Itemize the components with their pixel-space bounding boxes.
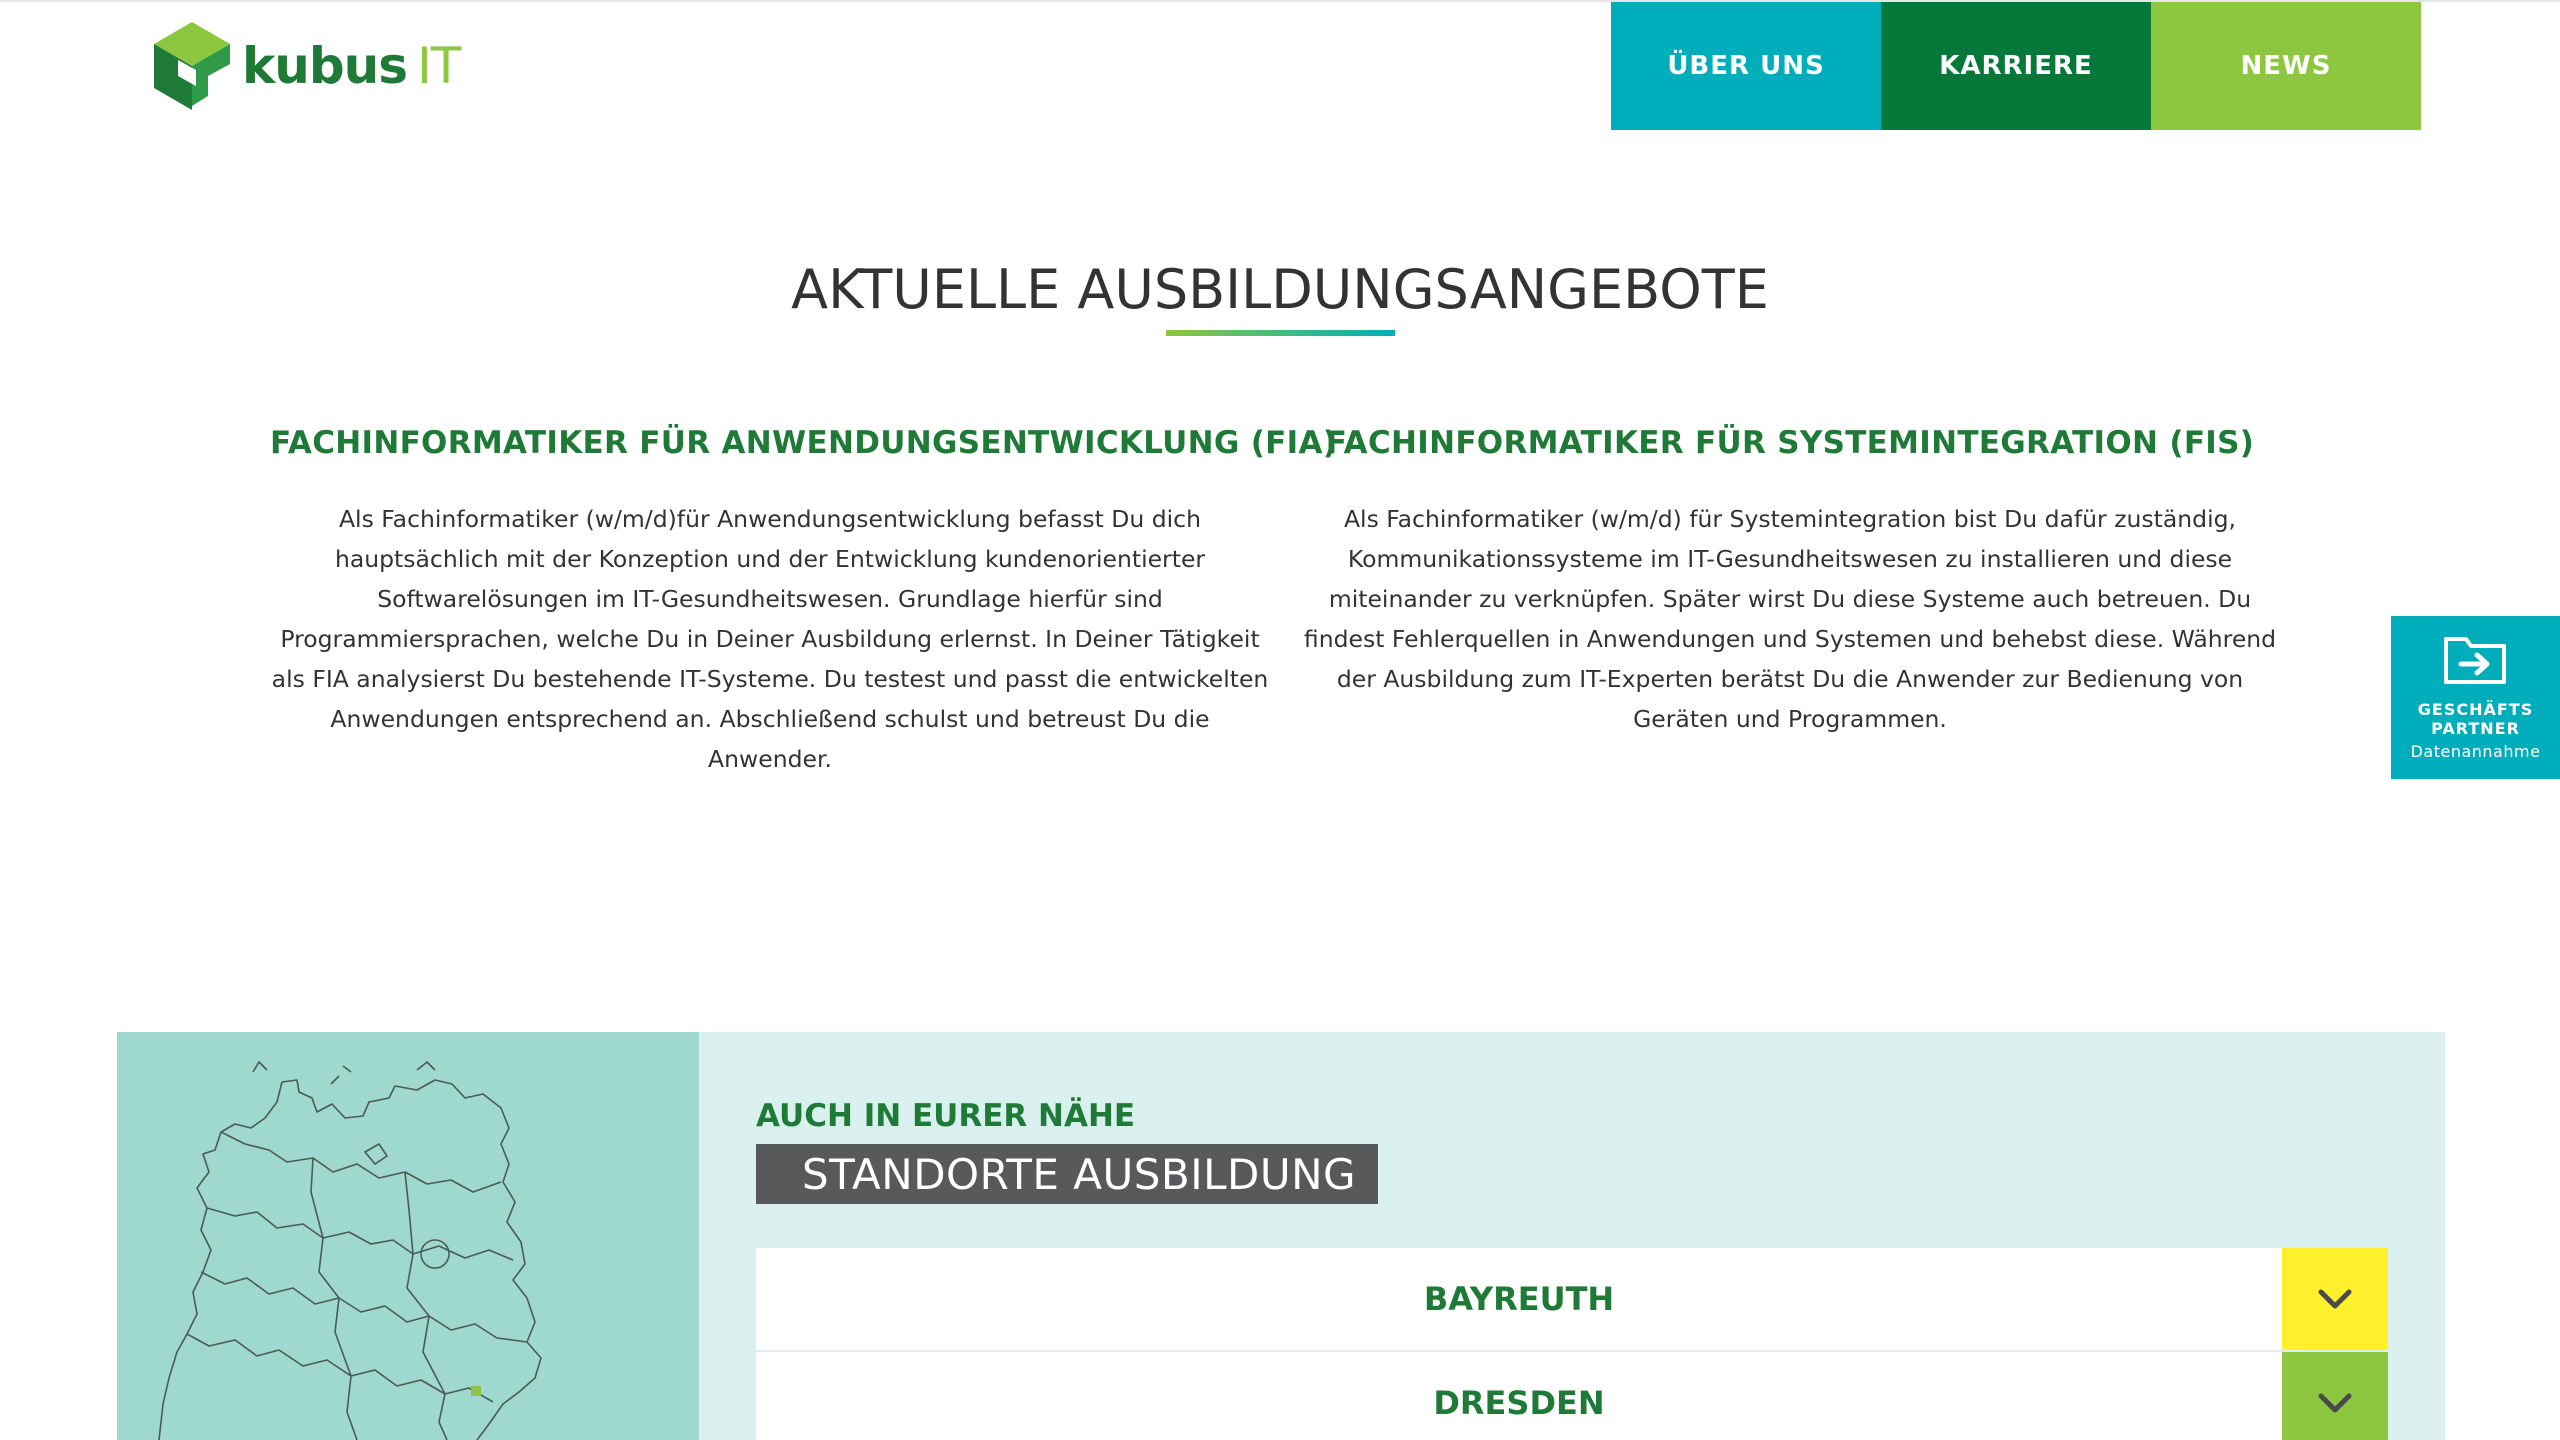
germany-map — [117, 1032, 699, 1440]
business-partner-tab[interactable]: GESCHÄFTS PARTNER Datenannahme — [2391, 616, 2560, 779]
section-title: AKTUELLE AUSBILDUNGSANGEBOTE — [791, 258, 1769, 321]
accordion-toggle[interactable] — [2282, 1352, 2388, 1440]
chevron-down-icon — [2318, 1289, 2352, 1309]
logo-suffix: IT — [417, 37, 461, 95]
logo-wordmark: kubus — [242, 37, 408, 95]
training-offer-fis: FACHINFORMATIKER FÜR SYSTEMINTEGRATION (… — [1290, 425, 2290, 739]
training-offer-fia: FACHINFORMATIKER FÜR ANWENDUNGSENTWICKLU… — [270, 425, 1338, 779]
side-tab-title: GESCHÄFTS PARTNER — [2391, 700, 2560, 738]
side-tab-title-line1: GESCHÄFTS — [2417, 700, 2534, 719]
cube-logo-icon — [154, 22, 230, 110]
folder-arrow-icon — [2444, 637, 2506, 684]
locations-section: AUCH IN EURER NÄHE STANDORTE AUSBILDUNG … — [117, 1032, 2445, 1440]
accordion-label: DRESDEN — [1433, 1384, 1605, 1422]
nav-item-ueber-uns[interactable]: ÜBER UNS — [1611, 2, 1881, 130]
accordion-label: BAYREUTH — [1423, 1280, 1615, 1318]
side-tab-title-line2: PARTNER — [2431, 719, 2520, 738]
accordion-item-bayreuth[interactable]: BAYREUTH — [756, 1248, 2388, 1350]
accordion-item-dresden[interactable]: DRESDEN — [756, 1352, 2388, 1440]
side-tab-subtitle: Datenannahme — [2410, 742, 2541, 761]
main-nav: ÜBER UNS KARRIERE NEWS — [1611, 2, 2421, 130]
nav-item-karriere[interactable]: KARRIERE — [1881, 2, 2151, 130]
site-header: kubus IT ÜBER UNS KARRIERE NEWS — [0, 0, 2560, 130]
germany-map-outline — [158, 1061, 542, 1440]
offer-description: Als Fachinformatiker (w/m/d) für Systemi… — [1303, 505, 2277, 733]
kubus-logo[interactable]: kubus IT — [152, 18, 461, 114]
offer-title: FACHINFORMATIKER FÜR ANWENDUNGSENTWICKLU… — [270, 425, 1338, 461]
locations-heading: STANDORTE AUSBILDUNG — [756, 1144, 1378, 1204]
locations-kicker: AUCH IN EURER NÄHE — [756, 1098, 1136, 1134]
nav-item-news[interactable]: NEWS — [2151, 2, 2421, 130]
title-underline — [1166, 330, 1395, 336]
accordion-toggle[interactable] — [2282, 1248, 2388, 1350]
offer-description: Als Fachinformatiker (w/m/d)für Anwendun… — [271, 505, 1269, 773]
offer-title: FACHINFORMATIKER FÜR SYSTEMINTEGRATION (… — [1325, 425, 2255, 461]
chevron-down-icon — [2318, 1393, 2352, 1413]
